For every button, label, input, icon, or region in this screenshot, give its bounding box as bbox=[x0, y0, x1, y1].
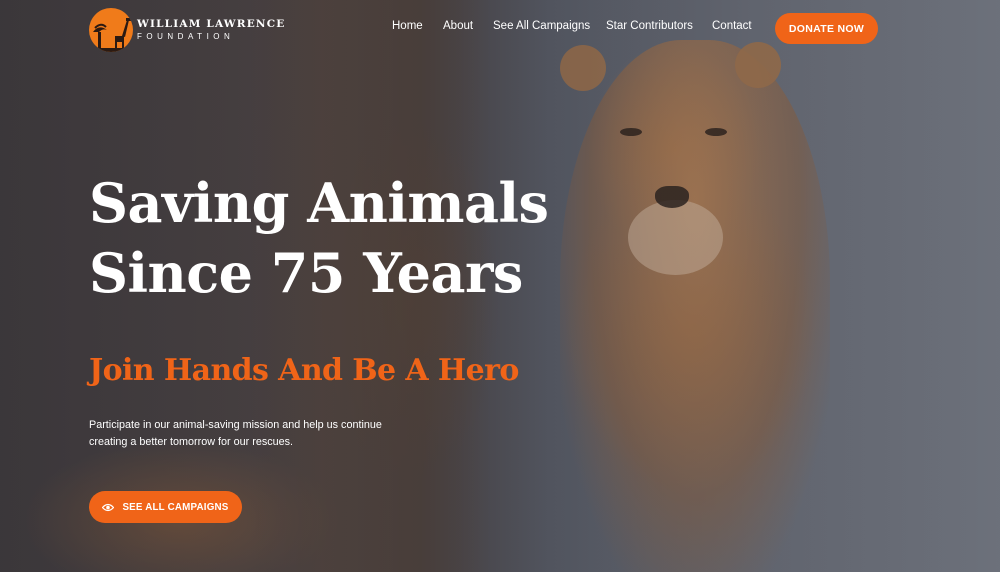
see-all-campaigns-button[interactable]: SEE ALL CAMPAIGNS bbox=[89, 491, 242, 523]
eye-icon bbox=[102, 503, 115, 511]
site-logo[interactable]: WILLIAM LAWRENCE FOUNDATION bbox=[89, 8, 286, 52]
hero-title-line2: Since 75 Years bbox=[89, 241, 523, 305]
hero-title: Saving Animals Since 75 Years bbox=[89, 168, 569, 308]
nav-item-about[interactable]: About bbox=[443, 20, 473, 32]
hero-title-line1: Saving Animals bbox=[89, 171, 549, 235]
nav-item-star-contributors[interactable]: Star Contributors bbox=[606, 20, 693, 32]
hero-subtitle: Join Hands And Be A Hero bbox=[89, 353, 519, 388]
nav-item-contact[interactable]: Contact bbox=[712, 20, 752, 32]
nav-item-home[interactable]: Home bbox=[392, 20, 423, 32]
tree-giraffe-sunset-icon bbox=[89, 8, 133, 52]
site-header: WILLIAM LAWRENCE FOUNDATION Home About S… bbox=[0, 0, 1000, 58]
logo-name-line1: WILLIAM LAWRENCE bbox=[137, 18, 286, 31]
donate-now-button[interactable]: DONATE NOW bbox=[775, 13, 878, 44]
logo-name-line2: FOUNDATION bbox=[137, 31, 235, 41]
hero-description: Participate in our animal-saving mission… bbox=[89, 419, 382, 448]
logo-wordmark: WILLIAM LAWRENCE FOUNDATION bbox=[137, 19, 286, 41]
see-all-campaigns-label: SEE ALL CAMPAIGNS bbox=[122, 501, 229, 513]
nav-item-see-all-campaigns[interactable]: See All Campaigns bbox=[493, 20, 590, 32]
